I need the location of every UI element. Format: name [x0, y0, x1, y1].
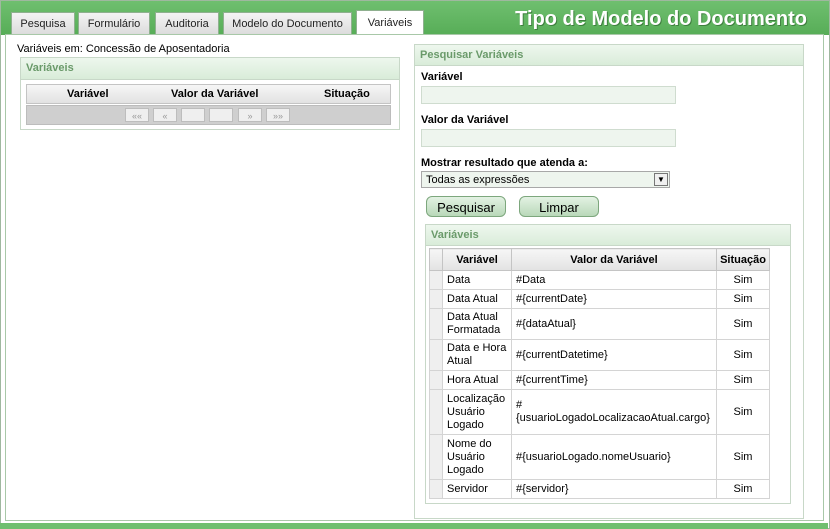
results-panel-title: Variáveis — [426, 225, 790, 246]
cell-variavel: Data Atual — [442, 289, 512, 309]
cell-situacao: Sim — [716, 289, 770, 309]
mostrar-label: Mostrar resultado que atenda a: — [421, 157, 588, 169]
last-page-button[interactable]: »» — [266, 108, 290, 122]
results-table: Variável Valor da Variável Situação Data… — [429, 248, 770, 499]
chevron-down-icon[interactable]: ▼ — [654, 173, 668, 186]
row-selector[interactable] — [429, 289, 443, 309]
row-selector[interactable] — [429, 370, 443, 390]
pesquisar-button[interactable]: Pesquisar — [426, 196, 506, 217]
panel-title: Variáveis — [21, 58, 399, 80]
valor-input[interactable] — [421, 129, 676, 147]
row-selector[interactable] — [429, 308, 443, 340]
tab-variaveis[interactable]: Variáveis — [356, 10, 424, 35]
row-selector-header — [429, 248, 443, 271]
mostrar-selected-value: Todas as expressões — [426, 174, 530, 186]
table-header-row: Variável Valor da Variável Situação — [429, 248, 770, 271]
context-label: Variáveis em: Concessão de Aposentadoria — [17, 43, 230, 55]
page-number-box[interactable] — [209, 108, 233, 122]
cell-situacao: Sim — [716, 339, 770, 371]
cell-variavel: Hora Atual — [442, 370, 512, 390]
cell-valor: #{usuarioLogadoLocalizacaoAtual.cargo} — [511, 389, 717, 435]
cell-situacao: Sim — [716, 434, 770, 480]
tab-pesquisa[interactable]: Pesquisa — [11, 12, 75, 34]
cell-situacao: Sim — [716, 389, 770, 435]
header-bar: Pesquisa Formulário Auditoria Modelo do … — [1, 1, 829, 35]
cell-valor: #{usuarioLogado.nomeUsuario} — [511, 434, 717, 480]
table-row[interactable]: Nome do Usuário Logado #{usuarioLogado.n… — [429, 434, 770, 480]
column-header-variavel[interactable]: Variável — [67, 88, 109, 100]
table-row[interactable]: Data #Data Sim — [429, 270, 770, 290]
cell-valor: #{currentTime} — [511, 370, 717, 390]
cell-situacao: Sim — [716, 370, 770, 390]
cell-variavel: Data e Hora Atual — [442, 339, 512, 371]
page-number-box[interactable] — [181, 108, 205, 122]
variavel-input[interactable] — [421, 86, 676, 104]
table-row[interactable]: Data e Hora Atual #{currentDatetime} Sim — [429, 339, 770, 371]
cell-valor: #{currentDatetime} — [511, 339, 717, 371]
tab-auditoria[interactable]: Auditoria — [155, 12, 219, 34]
column-header-situacao[interactable]: Situação — [324, 88, 370, 100]
variables-panel-left: Variáveis Variável Valor da Variável Sit… — [20, 57, 400, 130]
valor-label: Valor da Variável — [421, 114, 509, 126]
cell-valor: #{currentDate} — [511, 289, 717, 309]
cell-situacao: Sim — [716, 270, 770, 290]
cell-variavel: Localização Usuário Logado — [442, 389, 512, 435]
cell-variavel: Servidor — [442, 479, 512, 499]
cell-valor: #Data — [511, 270, 717, 290]
tab-modelo-documento[interactable]: Modelo do Documento — [223, 12, 352, 34]
column-header-situacao[interactable]: Situação — [716, 248, 770, 271]
tab-formulario[interactable]: Formulário — [78, 12, 150, 34]
cell-variavel: Data — [442, 270, 512, 290]
prev-page-button[interactable]: « — [153, 108, 177, 122]
cell-situacao: Sim — [716, 479, 770, 499]
column-header-valor[interactable]: Valor da Variável — [171, 88, 258, 100]
first-page-button[interactable]: «« — [125, 108, 149, 122]
column-header-variavel[interactable]: Variável — [442, 248, 512, 271]
table-row[interactable]: Data Atual Formatada #{dataAtual} Sim — [429, 308, 770, 340]
search-panel-title: Pesquisar Variáveis — [415, 45, 803, 66]
cell-variavel: Nome do Usuário Logado — [442, 434, 512, 480]
pager: «« « » »» — [26, 105, 391, 125]
table-row[interactable]: Servidor #{servidor} Sim — [429, 479, 770, 499]
column-header-valor[interactable]: Valor da Variável — [511, 248, 717, 271]
cell-situacao: Sim — [716, 308, 770, 340]
row-selector[interactable] — [429, 339, 443, 371]
page-title: Tipo de Modelo do Documento — [515, 8, 807, 30]
cell-variavel: Data Atual Formatada — [442, 308, 512, 340]
row-selector[interactable] — [429, 270, 443, 290]
table-row[interactable]: Localização Usuário Logado #{usuarioLoga… — [429, 389, 770, 435]
next-page-button[interactable]: » — [238, 108, 262, 122]
cell-valor: #{servidor} — [511, 479, 717, 499]
table-row[interactable]: Hora Atual #{currentTime} Sim — [429, 370, 770, 390]
row-selector[interactable] — [429, 434, 443, 480]
limpar-button[interactable]: Limpar — [519, 196, 599, 217]
table-row[interactable]: Data Atual #{currentDate} Sim — [429, 289, 770, 309]
grid-header: Variável Valor da Variável Situação — [26, 84, 391, 104]
mostrar-select[interactable]: Todas as expressões ▼ — [421, 171, 670, 188]
row-selector[interactable] — [429, 389, 443, 435]
row-selector[interactable] — [429, 479, 443, 499]
variavel-label: Variável — [421, 71, 463, 83]
bottom-border — [0, 523, 828, 529]
cell-valor: #{dataAtual} — [511, 308, 717, 340]
